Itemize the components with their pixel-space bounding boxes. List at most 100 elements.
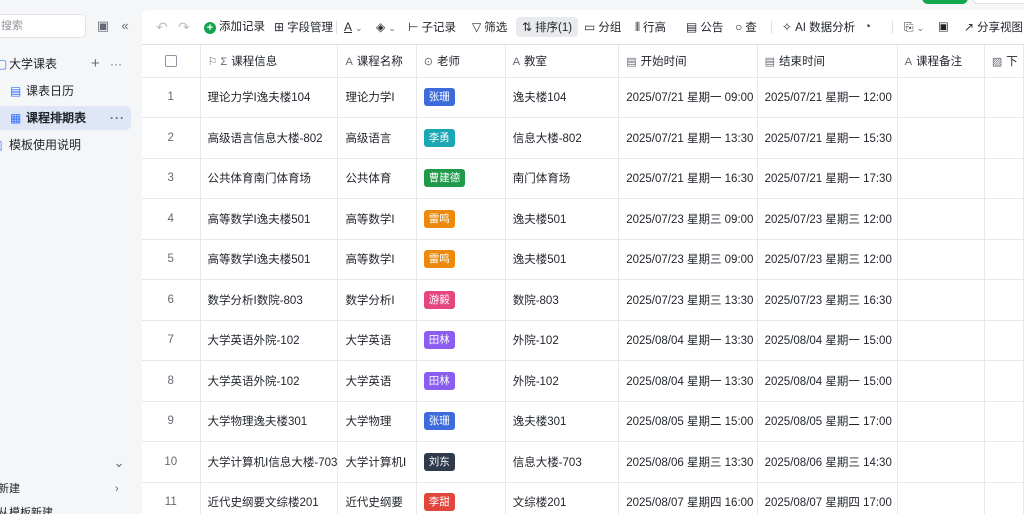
search-input[interactable]: 搜索: [0, 14, 86, 38]
cell-start-time[interactable]: 2025/07/21 星期一 13:30: [618, 117, 758, 159]
cell-notes[interactable]: [897, 441, 985, 483]
cell-start-time[interactable]: 2025/07/23 星期三 09:00: [618, 198, 758, 240]
column-header-next[interactable]: ▨ 下: [984, 45, 1024, 78]
sidebar-item-guide[interactable]: ▯ 模板使用说明: [0, 133, 131, 157]
cell-course-info[interactable]: 高级语言信息大楼-802: [200, 117, 339, 159]
table-row[interactable]: 7 大学英语外院-102 大学英语 田林 外院-102 2025/08/04 星期一 13…: [142, 320, 1024, 361]
column-header-start-time[interactable]: ▤ 开始时间: [618, 45, 758, 78]
undo-icon[interactable]: ↶: [156, 17, 168, 37]
cell-course-info[interactable]: 近代史纲要文综楼201: [200, 482, 339, 514]
row-height-button[interactable]: ⫴ 行高: [635, 17, 666, 37]
cell-course-name[interactable]: 公共体育: [337, 158, 417, 199]
cell-next[interactable]: [984, 279, 1024, 321]
cell-room[interactable]: 逸夫楼104: [505, 77, 620, 118]
table-row[interactable]: 11 近代史纲要文综楼201 近代史纲要 李甜 文综楼201 2025/08/07 星期四…: [142, 482, 1024, 514]
column-header-course-name[interactable]: A 课程名称: [337, 45, 417, 78]
collapse-sidebar-icon[interactable]: «: [116, 17, 134, 35]
column-header-notes[interactable]: A 课程备注: [897, 45, 985, 78]
cell-end-time[interactable]: 2025/08/05 星期二 17:00: [757, 401, 898, 442]
text-color-button[interactable]: A ⌄: [344, 17, 363, 37]
layout-icon[interactable]: ▣: [94, 17, 112, 35]
table-row[interactable]: 9 大学物理逸夫楼301 大学物理 张珊 逸夫楼301 2025/08/05 星期二 15…: [142, 401, 1024, 442]
cell-end-time[interactable]: 2025/08/07 星期四 17:00: [757, 482, 898, 514]
cell-room[interactable]: 信息大楼-802: [505, 117, 620, 159]
table-row[interactable]: 5 高等数学I逸夫楼501 高等数学I 雷鸣 逸夫楼501 2025/07/23 星期三 …: [142, 239, 1024, 280]
cell-room[interactable]: 逸夫楼301: [505, 401, 620, 442]
field-manage-button[interactable]: ⊞ 字段管理: [274, 17, 333, 37]
table-row[interactable]: 6 数学分析I数院-803 数学分析I 游毅 数院-803 2025/07/23 星期三 …: [142, 279, 1024, 321]
cell-course-info[interactable]: 高等数学I逸夫楼501: [200, 239, 339, 280]
cell-end-time[interactable]: 2025/07/21 星期一 12:00: [757, 77, 898, 118]
export-button[interactable]: ⎘ ⌄: [904, 17, 924, 37]
cell-room[interactable]: 文综楼201: [505, 482, 620, 514]
cell-end-time[interactable]: 2025/07/23 星期三 12:00: [757, 198, 898, 240]
cell-start-time[interactable]: 2025/08/06 星期三 13:30: [618, 441, 758, 483]
publish-button[interactable]: [922, 0, 968, 4]
cell-start-time[interactable]: 2025/07/23 星期三 13:30: [618, 279, 758, 321]
history-icon[interactable]: ◔: [864, 17, 871, 37]
select-all-checkbox[interactable]: [142, 45, 201, 78]
cell-course-info[interactable]: 大学计算机Ⅰ信息大楼-703: [200, 441, 339, 483]
filter-button[interactable]: ▽ 筛选: [472, 17, 507, 37]
cell-course-info[interactable]: 理论力学I逸夫楼104: [200, 77, 339, 118]
cell-teacher[interactable]: 游毅: [416, 279, 506, 321]
cell-teacher[interactable]: 雷鸣: [416, 198, 506, 240]
cell-course-name[interactable]: 大学计算机Ⅰ: [337, 441, 417, 483]
cell-course-info[interactable]: 高等数学I逸夫楼501: [200, 198, 339, 240]
cell-next[interactable]: [984, 320, 1024, 361]
cell-teacher[interactable]: 曹建德: [416, 158, 506, 199]
ellipsis-icon[interactable]: ···: [110, 106, 125, 130]
cell-course-info[interactable]: 大学英语外院-102: [200, 320, 339, 361]
plus-icon[interactable]: +: [91, 52, 100, 76]
cell-teacher[interactable]: 张珊: [416, 77, 506, 118]
cell-room[interactable]: 信息大楼-703: [505, 441, 620, 483]
cell-teacher[interactable]: 李勇: [416, 117, 506, 159]
cell-notes[interactable]: [897, 117, 985, 159]
cell-course-info[interactable]: 数学分析I数院-803: [200, 279, 339, 321]
ai-analysis-button[interactable]: ✧ AI 数据分析: [782, 17, 855, 37]
cell-next[interactable]: [984, 441, 1024, 483]
sidebar-item-schedule-table[interactable]: ▦ 课程排期表 ···: [0, 106, 131, 130]
sidebar-item-calendar[interactable]: ▤ 课表日历: [0, 79, 131, 103]
table-row[interactable]: 3 公共体育南门体育场 公共体育 曹建德 南门体育场 2025/07/21 星期一 16:…: [142, 158, 1024, 199]
new-item-button[interactable]: 新建 ›: [0, 478, 130, 500]
cell-end-time[interactable]: 2025/07/21 星期一 17:30: [757, 158, 898, 199]
cell-start-time[interactable]: 2025/08/04 星期一 13:30: [618, 320, 758, 361]
cell-end-time[interactable]: 2025/07/23 星期三 12:00: [757, 239, 898, 280]
cell-next[interactable]: [984, 360, 1024, 402]
cell-next[interactable]: [984, 239, 1024, 280]
cell-course-name[interactable]: 高等数学I: [337, 198, 417, 240]
cell-notes[interactable]: [897, 158, 985, 199]
cell-end-time[interactable]: 2025/07/23 星期三 16:30: [757, 279, 898, 321]
cell-room[interactable]: 外院-102: [505, 360, 620, 402]
cell-teacher[interactable]: 田林: [416, 320, 506, 361]
cell-notes[interactable]: [897, 198, 985, 240]
cell-course-info[interactable]: 公共体育南门体育场: [200, 158, 339, 199]
cell-notes[interactable]: [897, 401, 985, 442]
cell-end-time[interactable]: 2025/08/04 星期一 15:00: [757, 320, 898, 361]
cell-course-name[interactable]: 大学物理: [337, 401, 417, 442]
cell-notes[interactable]: [897, 360, 985, 402]
cell-notes[interactable]: [897, 482, 985, 514]
cell-next[interactable]: [984, 198, 1024, 240]
cell-notes[interactable]: [897, 279, 985, 321]
cell-end-time[interactable]: 2025/08/06 星期三 14:30: [757, 441, 898, 483]
cell-course-info[interactable]: 大学物理逸夫楼301: [200, 401, 339, 442]
cell-end-time[interactable]: 2025/08/04 星期一 15:00: [757, 360, 898, 402]
cell-room[interactable]: 逸夫楼501: [505, 198, 620, 240]
cell-next[interactable]: [984, 117, 1024, 159]
column-header-room[interactable]: A 教室: [505, 45, 620, 78]
cell-course-name[interactable]: 大学英语: [337, 320, 417, 361]
table-row[interactable]: 1 理论力学I逸夫楼104 理论力学I 张珊 逸夫楼104 2025/07/21 星期一 …: [142, 77, 1024, 118]
cell-room[interactable]: 外院-102: [505, 320, 620, 361]
table-row[interactable]: 4 高等数学I逸夫楼501 高等数学I 雷鸣 逸夫楼501 2025/07/23 星期三 …: [142, 198, 1024, 240]
top-action-button[interactable]: [972, 0, 1024, 4]
cell-start-time[interactable]: 2025/08/04 星期一 13:30: [618, 360, 758, 402]
cell-course-name[interactable]: 高级语言: [337, 117, 417, 159]
find-button[interactable]: ○ 查: [735, 17, 757, 37]
cell-notes[interactable]: [897, 77, 985, 118]
add-record-button[interactable]: + 添加记录: [204, 17, 265, 37]
cell-notes[interactable]: [897, 239, 985, 280]
cell-start-time[interactable]: 2025/08/07 星期四 16:00: [618, 482, 758, 514]
column-header-course-info[interactable]: ⚐ Σ 课程信息: [200, 45, 339, 78]
